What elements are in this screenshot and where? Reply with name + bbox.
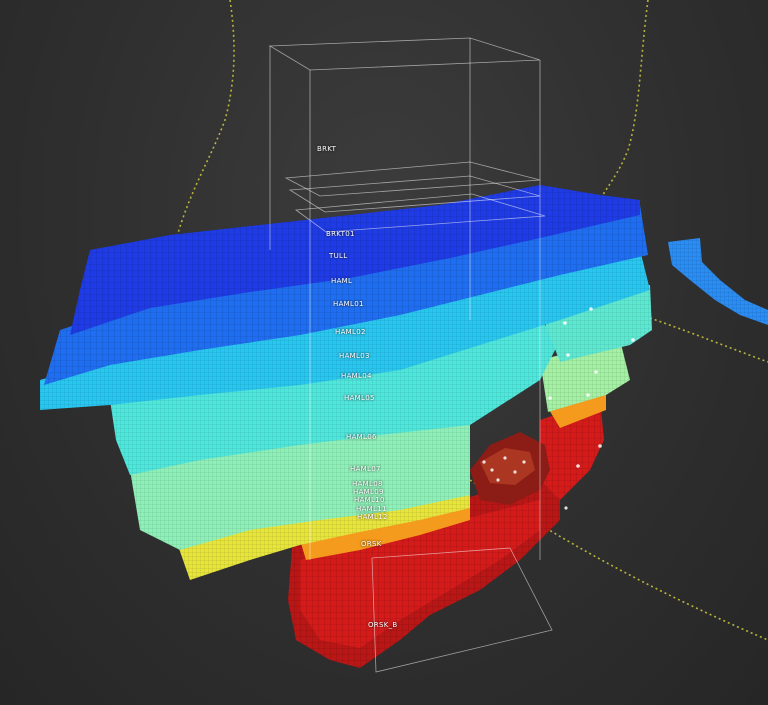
side-island <box>668 238 768 325</box>
horizon-label-haml04: HAML04 <box>341 372 372 380</box>
horizon-label-orsk-b: ORSK_B <box>368 621 398 629</box>
3d-viewport[interactable]: BRKT BRKT01 TULL HAML HAML01 HAML02 HAML… <box>0 0 768 705</box>
horizon-label-haml: HAML <box>331 277 353 285</box>
horizon-label-haml01: HAML01 <box>333 300 364 308</box>
horizon-label-haml02: HAML02 <box>335 328 366 336</box>
horizon-label-haml06: HAML06 <box>346 433 377 441</box>
horizon-label-orsk: ORSK <box>361 540 382 548</box>
well-path-east[interactable] <box>649 317 768 363</box>
well-path-right[interactable] <box>599 0 649 201</box>
horizon-label-haml05: HAML05 <box>344 394 375 402</box>
horizon-label-haml08: HAML08 <box>352 480 383 488</box>
reservoir-voxel-model[interactable] <box>0 0 768 705</box>
horizon-label-haml11: HAML11 <box>356 505 387 513</box>
horizon-label-haml10: HAML10 <box>354 496 385 504</box>
well-path-left[interactable] <box>175 0 235 241</box>
horizon-label-haml12: HAML12 <box>357 513 388 521</box>
horizon-label-brkt01: BRKT01 <box>326 230 355 238</box>
horizon-label-haml03: HAML03 <box>339 352 370 360</box>
horizon-label-haml07: HAML07 <box>350 465 381 473</box>
horizon-label-brkt: BRKT <box>317 145 337 153</box>
horizon-label-tull: TULL <box>329 252 348 260</box>
horizon-label-haml09: HAML09 <box>353 488 384 496</box>
